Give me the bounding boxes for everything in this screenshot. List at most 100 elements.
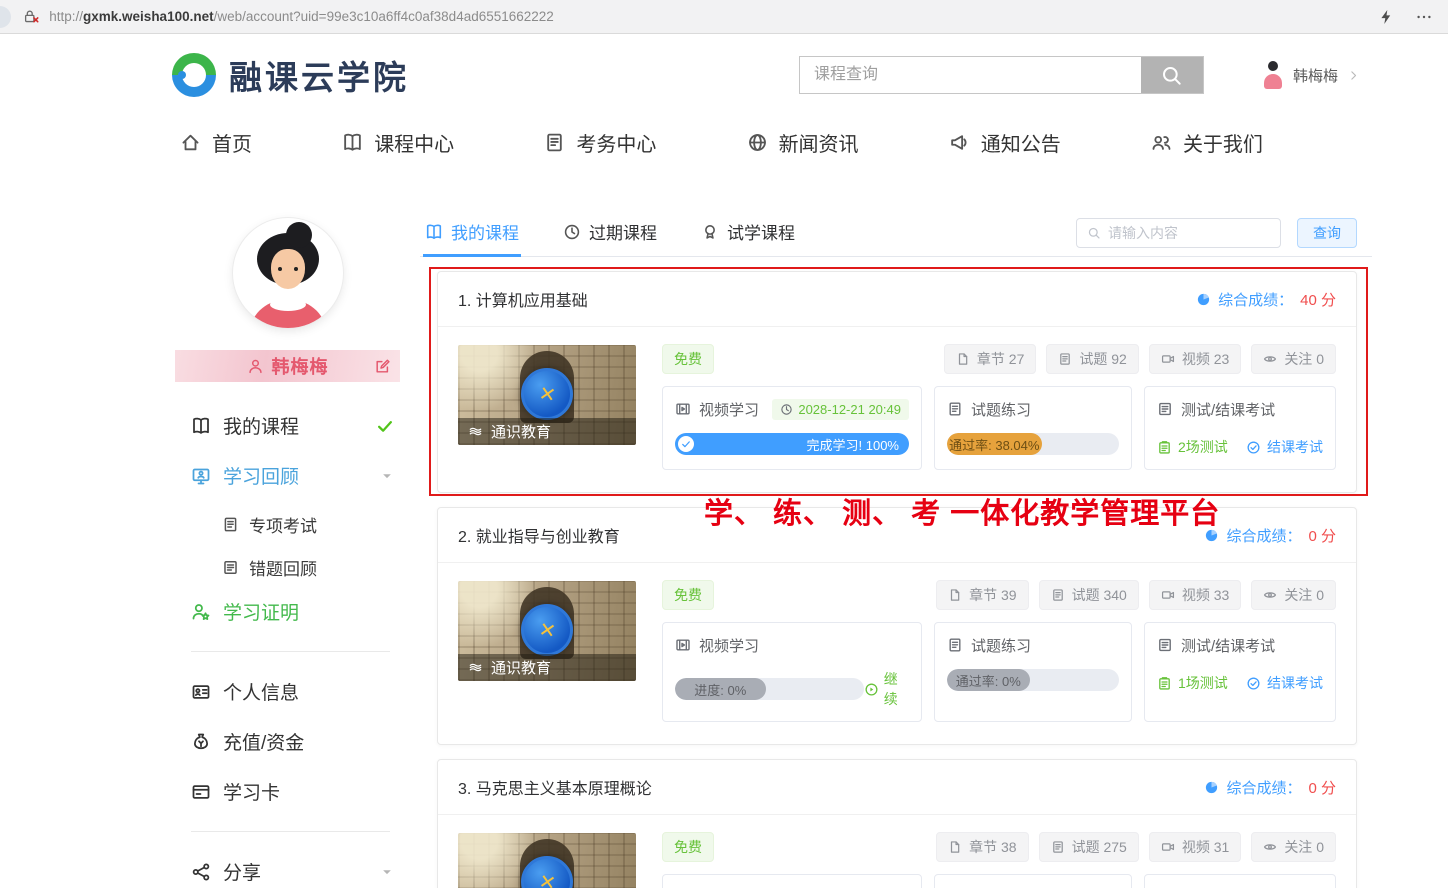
nav-item-5[interactable]: 关于我们	[1151, 128, 1263, 157]
avatar-face	[271, 249, 305, 289]
video-icon	[1161, 840, 1175, 854]
profile-name: 韩梅梅	[272, 353, 329, 379]
score-label: 综合成绩：	[1218, 289, 1293, 310]
nav-item-4[interactable]: 通知公告	[949, 128, 1061, 157]
course-filter: 查询	[1076, 218, 1357, 256]
tests-link[interactable]: 1场测试	[1157, 673, 1228, 693]
caret-icon[interactable]	[380, 865, 394, 879]
search-button[interactable]	[1141, 57, 1203, 93]
nav-item-label: 关于我们	[1183, 128, 1263, 157]
list-icon	[222, 559, 239, 576]
browser-menu-icon[interactable]	[1416, 9, 1432, 25]
final-exam-link[interactable]: 结课考试	[1246, 437, 1323, 457]
stat-label: 关注 0	[1284, 837, 1324, 857]
overall-score: 综合成绩： 40 分	[1196, 289, 1336, 310]
sidebar-item-label: 我的课程	[223, 412, 299, 439]
tests-link[interactable]: 2场测试	[1157, 437, 1228, 457]
sidebar-item-label: 个人信息	[223, 678, 299, 705]
waves-icon	[468, 660, 483, 675]
share-icon	[191, 862, 211, 882]
course-search-bar	[799, 56, 1204, 94]
nav-item-1[interactable]: 课程中心	[342, 128, 454, 157]
query-button[interactable]: 查询	[1297, 218, 1357, 248]
video-study-panel: 视频学习 进度: 0% 继续	[662, 622, 922, 722]
sidebar-item[interactable]: 充值/资金	[191, 728, 396, 755]
question-practice-panel: 试题练习 通过率: 0%	[934, 874, 1132, 888]
waves-icon	[468, 424, 483, 439]
video-bar-complete-text: 完成学习! 100%	[807, 435, 899, 454]
final-exam-icon	[1246, 676, 1261, 691]
sidebar-item[interactable]: 学习卡	[191, 778, 396, 805]
thumbnail-caption: 通识教育	[458, 654, 636, 681]
thumbnail-emblem-icon: ✕	[521, 368, 573, 420]
eye-icon	[1263, 588, 1277, 602]
practice-panel-title: 试题练习	[971, 399, 1031, 420]
stat-label: 关注 0	[1284, 349, 1324, 369]
course-search-input[interactable]	[800, 57, 1141, 93]
user-name: 韩梅梅	[1293, 65, 1338, 86]
course-thumbnail[interactable]: ✕ 通识教育	[458, 345, 636, 445]
continue-link[interactable]: 继续	[864, 669, 909, 709]
course-thumbnail[interactable]: ✕ 通识教育	[458, 581, 636, 681]
profile-avatar[interactable]	[233, 218, 343, 328]
book-icon	[191, 416, 211, 436]
site-logo[interactable]: 融课云学院	[172, 51, 409, 99]
nav-item-0[interactable]: 首页	[180, 128, 252, 157]
nav-item-3[interactable]: 新闻资讯	[747, 128, 859, 157]
question-practice-panel: 试题练习 通过率: 0%	[934, 622, 1132, 722]
tab-0[interactable]: 我的课程	[425, 219, 519, 256]
filter-input[interactable]	[1108, 225, 1270, 241]
sidebar-item[interactable]: 分享	[191, 858, 396, 885]
user-menu[interactable]: 韩梅梅	[1262, 61, 1360, 89]
url-path: /web/account?uid=99e3c10a6ff4c0af38d4ad6…	[214, 9, 554, 24]
film-icon	[675, 401, 691, 417]
pie-chart-icon	[1204, 528, 1219, 543]
sidebar-item[interactable]: 个人信息	[191, 678, 396, 705]
final-exam-link[interactable]: 结课考试	[1246, 673, 1323, 693]
stat-label: 章节 27	[977, 349, 1024, 369]
chapter-icon	[956, 352, 970, 366]
doc-icon	[1051, 588, 1065, 602]
stat-label: 视频 23	[1182, 349, 1229, 369]
tab-2[interactable]: 试学课程	[701, 219, 795, 256]
course-card-body: ✕ 通识教育 免费 章节 38试题 275视频 31关注 0 视频学习	[438, 815, 1356, 888]
browser-tab-favicon	[0, 6, 11, 28]
book-icon	[342, 132, 363, 153]
edit-profile-icon[interactable]	[374, 358, 391, 375]
sidebar-subitem[interactable]: 专项考试	[191, 512, 400, 537]
url-bar[interactable]: http://gxmk.weisha100.net/web/account?ui…	[49, 9, 1378, 24]
doc-icon	[1058, 352, 1072, 366]
check-icon	[376, 417, 394, 435]
sidebar-item[interactable]: 学习回顾	[191, 462, 396, 489]
trial-icon	[701, 223, 719, 241]
tab-1[interactable]: 过期课程	[563, 219, 657, 256]
avatar-bun	[286, 222, 312, 248]
home-icon	[180, 132, 201, 153]
course-card-body: ✕ 通识教育 免费 章节 27试题 92视频 23关注 0 视频学习	[438, 327, 1356, 492]
course-title[interactable]: 1. 计算机应用基础	[458, 287, 588, 311]
sidebar-subitem-label: 专项考试	[249, 512, 317, 537]
monitor-icon	[191, 466, 211, 486]
profile-name-banner[interactable]: 韩梅梅	[175, 350, 400, 382]
practice-panel-title: 试题练习	[971, 635, 1031, 656]
eye-icon	[1263, 840, 1277, 854]
course-title[interactable]: 3. 马克思主义基本原理概论	[458, 775, 652, 799]
course-thumbnail[interactable]: ✕ 通识教育	[458, 833, 636, 888]
sidebar-item[interactable]: 我的课程	[191, 412, 396, 439]
sidebar-subitem[interactable]: 错题回顾	[191, 555, 400, 580]
video-deadline-text: 2028-12-21 20:49	[798, 402, 901, 417]
course-card-header: 2. 就业指导与创业教育 综合成绩： 0 分	[438, 508, 1356, 563]
course-card-header: 1. 计算机应用基础 综合成绩： 40 分	[438, 272, 1356, 327]
stat-label: 视频 33	[1182, 585, 1229, 605]
caret-icon[interactable]	[380, 469, 394, 483]
practice-bar-pill: 通过率: 38.04%	[947, 433, 1042, 455]
exam-doc-icon	[1157, 401, 1173, 417]
sidebar-item[interactable]: 学习证明	[191, 598, 396, 625]
lightning-icon[interactable]	[1378, 9, 1394, 25]
course-card: 1. 计算机应用基础 综合成绩： 40 分 ✕ 通识教育 免费 章节 27试题 …	[437, 271, 1357, 493]
nav-item-2[interactable]: 考务中心	[544, 128, 656, 157]
sidebar-item-label: 学习卡	[223, 778, 280, 805]
search-icon	[1087, 226, 1101, 240]
course-card: 2. 就业指导与创业教育 综合成绩： 0 分 ✕ 通识教育 免费 章节 39试题…	[437, 507, 1357, 745]
course-title[interactable]: 2. 就业指导与创业教育	[458, 523, 620, 547]
